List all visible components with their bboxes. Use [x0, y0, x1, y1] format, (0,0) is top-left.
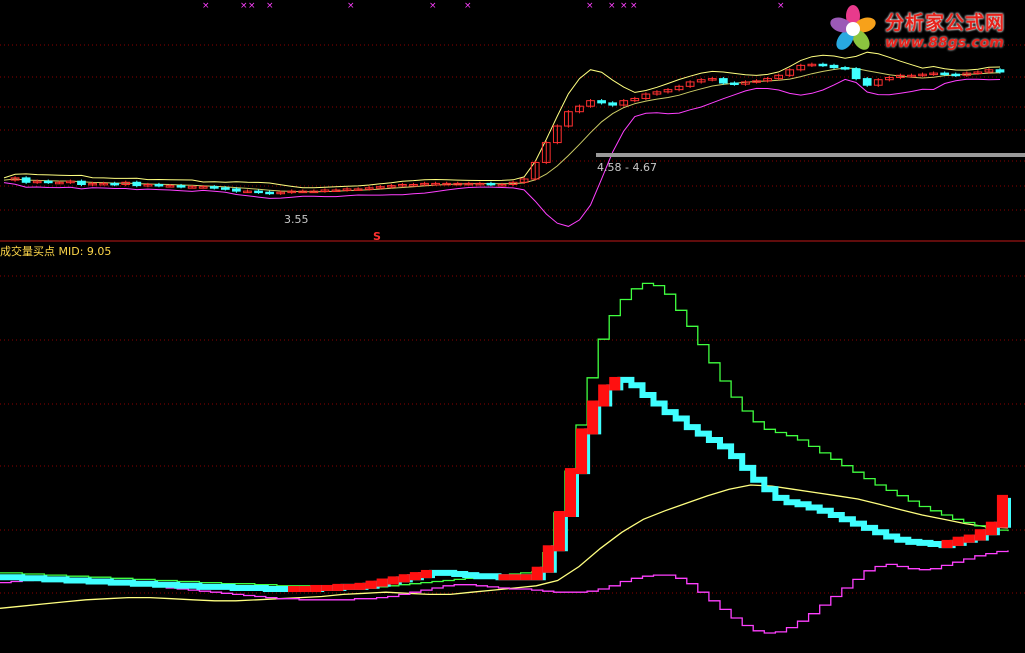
candle-body-65	[718, 78, 728, 84]
grid-lines	[0, 44, 1025, 594]
buy-zone-segment-46	[498, 574, 510, 581]
low-price-label: 3.55	[284, 213, 309, 226]
buy-zone-segment-53	[576, 428, 588, 475]
buy-zone-segment-87	[952, 536, 964, 546]
buy-zone-segment-88	[963, 534, 975, 543]
buy-zone-segment-39	[420, 569, 432, 579]
buy-zone-segment-29	[310, 584, 322, 593]
indicator-line-0	[0, 484, 1009, 609]
buy-zone-segment-27	[288, 586, 300, 593]
buy-zone-segment-52	[564, 468, 576, 517]
buy-zone-segment-30	[321, 584, 333, 591]
candle-body-19	[209, 186, 219, 189]
cross-marker-2: ×	[248, 1, 256, 11]
candle-body-66	[730, 82, 739, 86]
cross-marker-1: ×	[240, 1, 248, 11]
mid-label: MID:	[58, 245, 84, 258]
candle-body-44	[486, 182, 496, 186]
indicator-name: 成交量买点	[0, 245, 55, 258]
buy-zone-segment-34	[365, 580, 377, 589]
candle-body-85	[940, 72, 950, 76]
buy-zone-segment-32	[343, 583, 355, 590]
candle-body-75	[829, 64, 839, 69]
site-name: 分析家公式网	[885, 12, 1006, 34]
cross-marker-7: ×	[586, 1, 594, 11]
indicator-label: 成交量买点 MID: 9.05	[0, 243, 111, 259]
candle-body-7	[77, 180, 86, 185]
candle-body-74	[818, 63, 828, 67]
bollinger-bands	[3, 51, 1001, 227]
signal-markers: × × × × × × × × × × × ×	[202, 1, 785, 11]
site-url: www.88gs.com	[885, 35, 1004, 51]
flower-logo-icon	[830, 5, 876, 50]
buy-zone-segment-33	[354, 582, 366, 590]
buy-zone-segment-49	[531, 566, 543, 581]
candle-body-54	[597, 100, 606, 104]
buy-zone-segment-31	[332, 583, 344, 591]
mid-value: 9.05	[86, 245, 112, 258]
mid-band-line	[3, 67, 1001, 193]
candle-body-86	[951, 73, 961, 77]
lower-band-line	[3, 78, 1001, 227]
candle-body-4	[43, 180, 53, 184]
stock-chart: × × × × × × × × × × × × 4.58 - 4.67 3.55 S	[0, 1, 1025, 634]
buy-zone-segment-56	[609, 376, 621, 391]
candle-body-10	[110, 182, 120, 186]
site-logo[interactable]: 分析家公式网 www.88gs.com	[827, 4, 1017, 54]
buy-zone-segment-51	[553, 510, 565, 552]
candle-body-78	[862, 78, 872, 86]
cross-marker-0: ×	[202, 1, 210, 11]
cross-marker-4: ×	[347, 1, 355, 11]
indicator-line-3	[0, 376, 1011, 592]
sell-signal-marker: S	[373, 230, 381, 243]
buy-zone-segment-36	[387, 576, 399, 585]
buy-zone-segment-54	[587, 400, 599, 435]
cross-marker-3: ×	[266, 1, 274, 11]
buy-zone-segment-86	[941, 539, 953, 549]
candle-body-16	[176, 185, 186, 188]
cross-marker-10: ×	[630, 1, 638, 11]
cross-marker-6: ×	[464, 1, 472, 11]
buy-zone-segment-55	[598, 384, 610, 407]
cross-marker-8: ×	[608, 1, 616, 11]
buy-zone-segment-90	[985, 521, 997, 536]
candle-body-55	[608, 102, 618, 106]
candle-body-76	[840, 67, 850, 70]
candle-body-24	[265, 191, 274, 195]
cross-marker-5: ×	[429, 1, 437, 11]
buy-zone-segment-28	[299, 586, 311, 593]
candle-body-2	[21, 177, 31, 183]
candle-body-12	[132, 181, 142, 187]
indicator-lines	[0, 282, 1011, 634]
buy-zone-segment-91	[996, 494, 1008, 528]
cross-marker-9: ×	[620, 1, 628, 11]
cross-marker-11: ×	[777, 1, 785, 11]
buy-zone-segment-89	[974, 529, 986, 541]
candle-body-23	[254, 190, 263, 194]
candle-body-77	[851, 68, 861, 80]
indicator-line-2	[0, 282, 1009, 589]
price-range-label: 4.58 - 4.67	[597, 161, 657, 174]
buy-zone-segment-37	[398, 574, 410, 583]
upper-band-line	[3, 51, 1001, 189]
indicator-line-1	[0, 550, 1009, 634]
candle-body-21	[232, 188, 241, 192]
buy-zone-segment-38	[409, 572, 421, 581]
candle-body-20	[220, 187, 230, 190]
price-range-bar	[596, 153, 1025, 157]
candle-body-14	[154, 183, 164, 187]
candle-body-90	[995, 69, 1005, 73]
buy-zone-segment-35	[376, 578, 388, 587]
buy-zone-segment-50	[542, 545, 554, 573]
buy-zone-segment-47	[509, 574, 521, 581]
buy-zone-segment-48	[520, 574, 532, 581]
